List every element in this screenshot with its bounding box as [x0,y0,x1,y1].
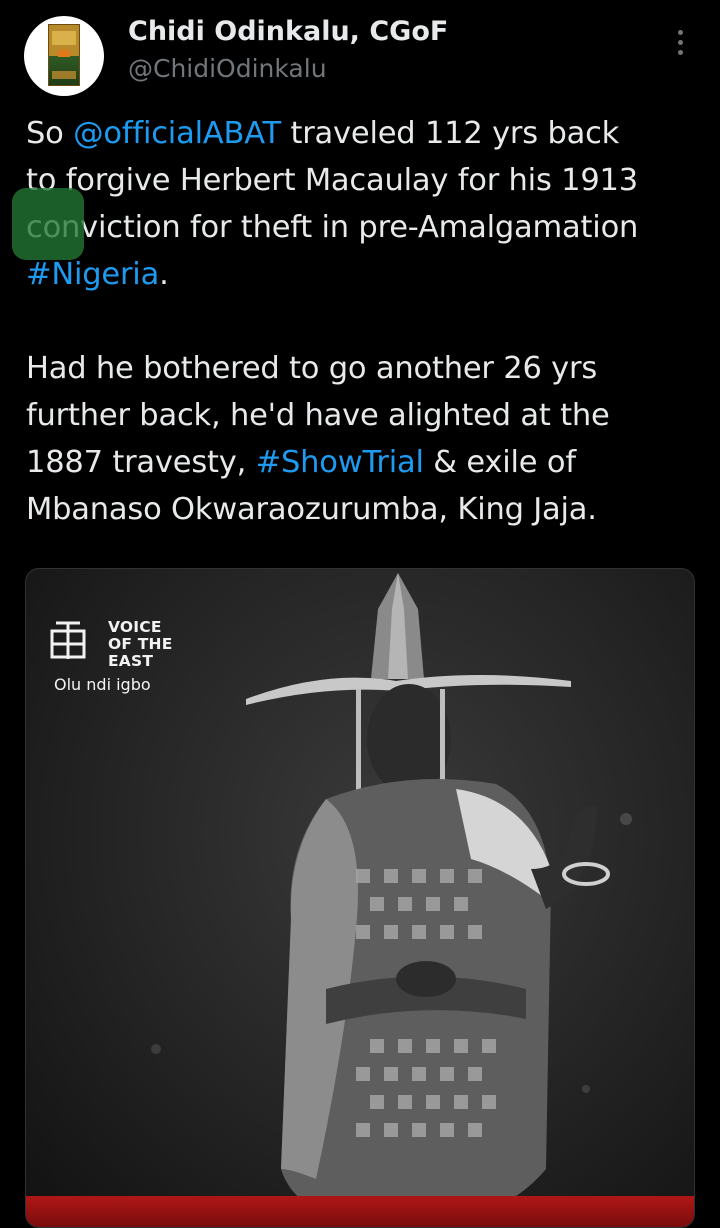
tweet-line: Had he bothered to go another 26 yrs [26,351,598,386]
tweet-text-segment: . [159,257,169,292]
tweet-text-segment: 1887 travesty, [26,445,256,480]
watermark-tagline: Olu ndi igbo [54,675,151,694]
watermark-line: EAST [108,652,154,670]
watermark-line: VOICE [108,618,162,636]
tweet-line: to forgive Herbert Macaulay for his 1913 [26,163,638,198]
tweet-line: Mbanaso Okwaraozurumba, King Jaja. [26,492,597,527]
tweet-text-segment: traveled 112 yrs back [280,116,620,151]
mention-link[interactable]: @officialABAT [73,116,281,151]
media-caption-bar [26,1196,694,1227]
tweet-media-image[interactable]: VOICE OF THE EAST Olu ndi igbo [25,568,695,1228]
avatar[interactable] [24,16,104,96]
floating-action-button[interactable] [12,188,84,260]
watermark-line: OF THE [108,635,173,653]
hashtag-link[interactable]: #ShowTrial [256,445,424,480]
hashtag-link[interactable]: #Nigeria [26,257,159,292]
watermark-logo-text: VOICE OF THE EAST [108,619,173,670]
more-options-icon[interactable] [670,30,690,64]
tweet-line: conviction for theft in pre-Amalgamation [26,210,639,245]
tweet-text-segment: So [26,116,74,151]
tweet-text: So @officialABAT traveled 112 yrs back t… [26,110,716,533]
tweet-line: 1887 travesty, #ShowTrial & exile of [26,439,716,486]
tweet-line: So @officialABAT traveled 112 yrs back [26,110,716,157]
book-cover-avatar-icon [48,24,80,86]
tweet-line: #Nigeria. [26,251,716,298]
author-display-name[interactable]: Chidi Odinkalu, CGoF [128,16,448,47]
tweet-line: further back, he'd have alighted at the [26,398,610,433]
tweet-text-segment: & exile of [423,445,576,480]
author-handle[interactable]: @ChidiOdinkalu [128,54,327,83]
voice-of-the-east-logo-icon [50,621,86,659]
